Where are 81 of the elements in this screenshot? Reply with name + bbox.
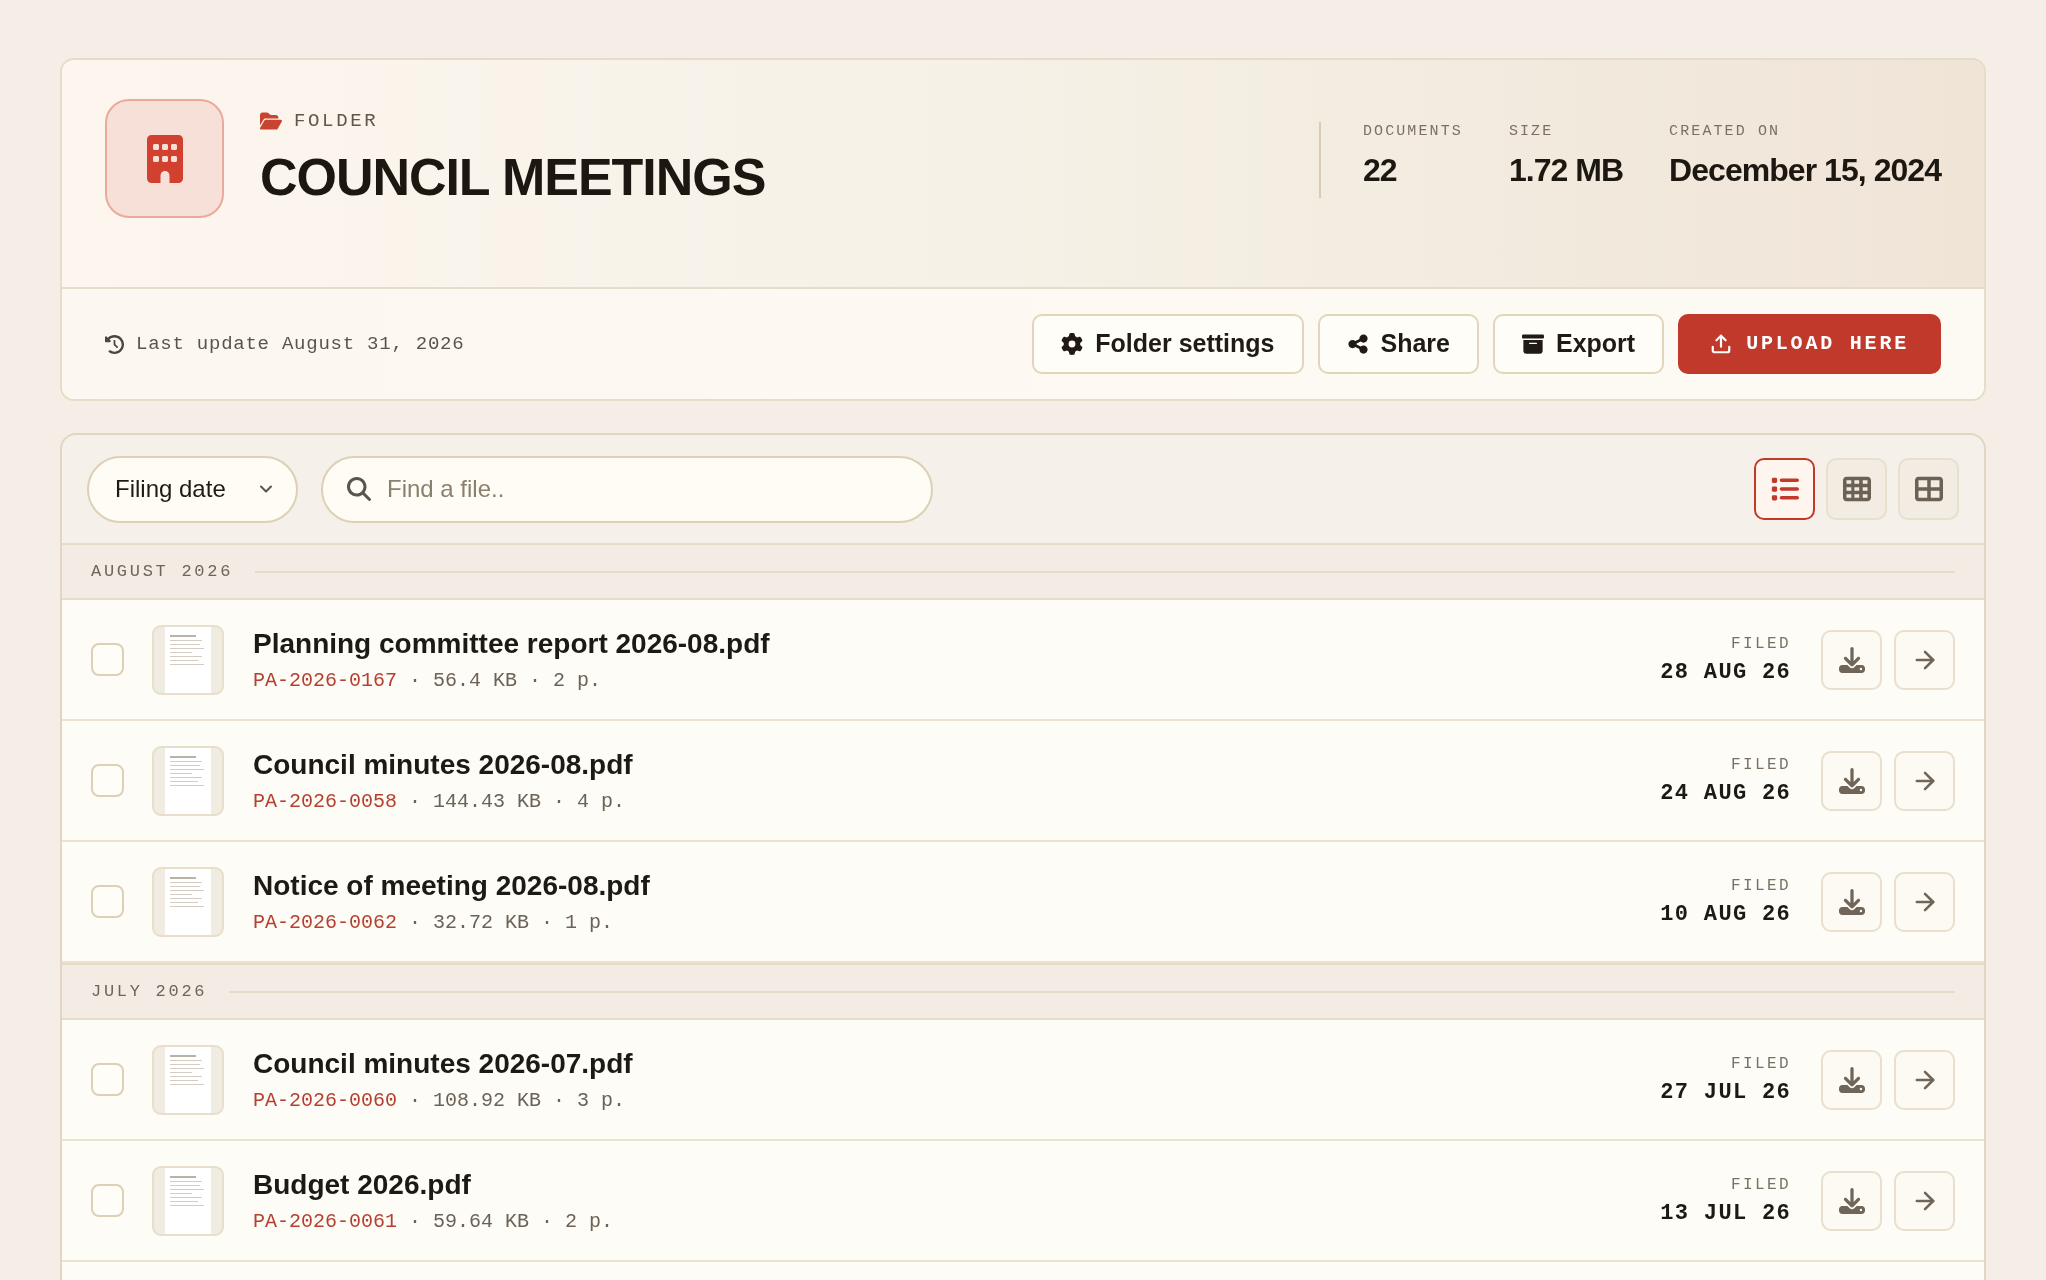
file-details: · 32.72 KB · 1 p. xyxy=(409,910,614,935)
document-preview-drawing xyxy=(152,624,224,695)
folder-type-label: FOLDER xyxy=(294,109,379,133)
file-name[interactable]: Council minutes 2026-08.pdf xyxy=(253,747,633,782)
stat-value: December 15, 2024 xyxy=(1669,151,1941,190)
sort-select[interactable]: Filing date xyxy=(87,455,298,523)
month-group-label: AUGUST 2026 xyxy=(91,560,234,583)
file-reference: PA-2026-0061 xyxy=(253,1209,398,1234)
export-button[interactable]: Export xyxy=(1493,314,1665,374)
download-icon xyxy=(1838,1066,1865,1093)
filed-date: 10 AUG 26 xyxy=(1660,901,1791,928)
filed-date: 27 JUL 26 xyxy=(1660,1079,1791,1106)
file-details: · 59.64 KB · 2 p. xyxy=(409,1209,614,1234)
gear-icon xyxy=(1061,333,1084,355)
download-button[interactable] xyxy=(1821,750,1882,811)
stat-label: DOCUMENTS xyxy=(1362,122,1463,142)
list-icon xyxy=(1770,475,1799,503)
download-icon xyxy=(1838,646,1865,673)
file-reference: PA-2026-0062 xyxy=(253,910,398,935)
list-view-button[interactable] xyxy=(1754,458,1815,520)
file-details: · 144.43 KB · 4 p. xyxy=(409,789,626,814)
search-icon xyxy=(347,476,371,501)
file-name[interactable]: Council minutes 2026-07.pdf xyxy=(253,1046,633,1081)
month-group-label: JULY 2026 xyxy=(91,980,208,1003)
tiles-icon xyxy=(1914,475,1943,503)
archive-box-icon xyxy=(1522,333,1544,355)
grid-view-button[interactable] xyxy=(1826,458,1887,520)
download-button[interactable] xyxy=(1821,1170,1882,1231)
checkbox[interactable] xyxy=(91,1063,124,1096)
checkbox[interactable] xyxy=(91,764,124,797)
stat-label: CREATED ON xyxy=(1669,122,1782,142)
open-button[interactable] xyxy=(1894,871,1955,932)
open-button[interactable] xyxy=(1894,1049,1955,1110)
folder-icon xyxy=(260,111,282,131)
share-button[interactable]: Share xyxy=(1317,314,1479,374)
filed-label: FILED xyxy=(1731,754,1791,775)
file-name[interactable]: Planning committee report 2026-08.pdf xyxy=(253,626,770,661)
filed-label: FILED xyxy=(1731,875,1791,896)
filed-label: FILED xyxy=(1731,1174,1791,1195)
document-preview-drawing xyxy=(152,1165,224,1236)
open-button[interactable] xyxy=(1894,1170,1955,1231)
checkbox[interactable] xyxy=(91,643,124,676)
download-icon xyxy=(1838,1187,1865,1214)
search-field[interactable]: Find a file.. xyxy=(321,455,933,523)
download-icon xyxy=(1838,767,1865,794)
filed-date: 28 AUG 26 xyxy=(1660,659,1791,686)
checkbox[interactable] xyxy=(91,1184,124,1217)
download-icon xyxy=(1838,888,1865,915)
file-name[interactable]: Notice of meeting 2026-08.pdf xyxy=(253,868,650,903)
filed-label: FILED xyxy=(1731,1053,1791,1074)
checkbox[interactable] xyxy=(91,885,124,918)
document-preview-drawing xyxy=(152,1044,224,1115)
filed-date: 13 JUL 26 xyxy=(1660,1200,1791,1227)
document-preview-drawing xyxy=(152,745,224,816)
upload-icon xyxy=(1710,333,1733,355)
settings-button[interactable]: Folder settings xyxy=(1032,314,1304,374)
stat-label: SIZE xyxy=(1508,122,1555,142)
file-reference: PA-2026-0060 xyxy=(253,1088,398,1113)
history-icon xyxy=(105,334,124,354)
file-reference: PA-2026-0058 xyxy=(253,789,398,814)
folder-title: COUNCIL MEETINGS xyxy=(260,147,766,207)
stat-value: 1.72 MB xyxy=(1508,151,1624,190)
last-update-text: Last update August 31, 2026 xyxy=(136,331,465,357)
download-button[interactable] xyxy=(1821,629,1882,690)
filed-label: FILED xyxy=(1731,633,1791,654)
filed-date: 24 AUG 26 xyxy=(1660,780,1791,807)
share-icon xyxy=(1346,333,1369,355)
grid-icon xyxy=(1842,475,1871,503)
file-reference: PA-2026-0167 xyxy=(253,668,398,693)
document-preview-drawing xyxy=(152,866,224,937)
tile-view-button[interactable] xyxy=(1898,458,1959,520)
stat-value: 22 xyxy=(1362,151,1398,190)
file-details: · 56.4 KB · 2 p. xyxy=(409,668,602,693)
file-details: · 108.92 KB · 3 p. xyxy=(409,1088,626,1113)
upload-button[interactable]: UPLOAD HERE xyxy=(1678,314,1941,374)
download-button[interactable] xyxy=(1821,1049,1882,1110)
open-button[interactable] xyxy=(1894,629,1955,690)
file-name[interactable]: Budget 2026.pdf xyxy=(253,1167,471,1202)
download-button[interactable] xyxy=(1821,871,1882,932)
building-icon xyxy=(105,99,224,218)
open-button[interactable] xyxy=(1894,750,1955,811)
